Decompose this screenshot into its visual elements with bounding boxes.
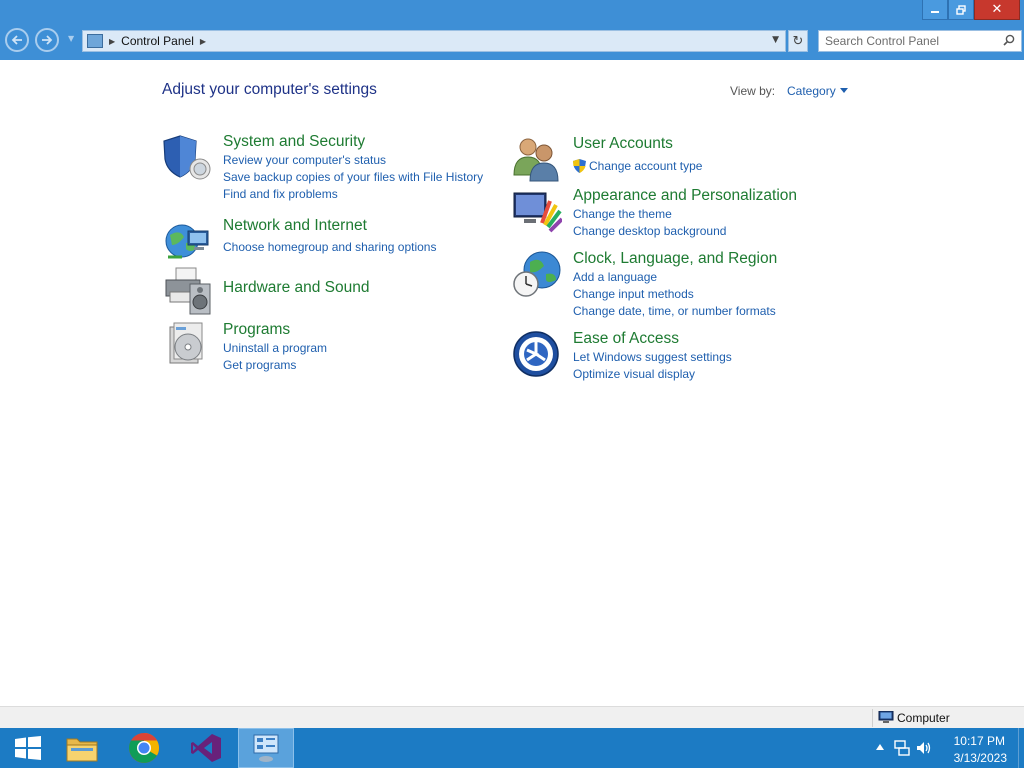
refresh-icon: ↻: [792, 33, 804, 49]
network-icon[interactable]: [894, 740, 910, 756]
link-change-input-methods[interactable]: Change input methods: [573, 287, 694, 301]
category-system-and-security: System and Security Review your computer…: [162, 133, 492, 203]
taskbar: 10:17 PM 3/13/2023: [0, 728, 1024, 768]
category-title[interactable]: Ease of Access: [573, 330, 679, 348]
computer-icon: [878, 711, 894, 723]
link-change-theme[interactable]: Change the theme: [573, 207, 672, 221]
view-by-caret-icon[interactable]: [840, 88, 848, 93]
control-panel-icon: [253, 734, 279, 762]
minimize-button[interactable]: [922, 0, 948, 20]
link-uninstall-program[interactable]: Uninstall a program: [223, 341, 327, 355]
category-title[interactable]: Appearance and Personalization: [573, 187, 797, 205]
search-icon[interactable]: [1003, 34, 1015, 46]
breadcrumb-separator-icon[interactable]: ▶: [109, 37, 115, 46]
category-title[interactable]: Hardware and Sound: [223, 279, 370, 297]
users-icon[interactable]: [512, 135, 562, 185]
refresh-button[interactable]: ↻: [788, 30, 808, 52]
search-input[interactable]: [819, 32, 995, 50]
category-appearance-personalization: Appearance and Personalization Change th…: [512, 187, 842, 241]
control-panel-content: Adjust your computer's settings View by:…: [0, 60, 1024, 706]
uac-shield-icon: [573, 159, 586, 173]
forward-button[interactable]: [35, 28, 59, 52]
start-button[interactable]: [0, 728, 56, 768]
link-change-date-time-formats[interactable]: Change date, time, or number formats: [573, 304, 776, 318]
clock-date[interactable]: 3/13/2023: [954, 751, 1007, 765]
link-review-status[interactable]: Review your computer's status: [223, 153, 386, 167]
taskbar-visual-studio[interactable]: [178, 728, 234, 768]
visual-studio-icon: [191, 734, 221, 762]
printer-speaker-icon[interactable]: [162, 266, 212, 316]
link-windows-suggest-settings[interactable]: Let Windows suggest settings: [573, 350, 732, 364]
category-user-accounts: User Accounts Change account type: [512, 135, 842, 185]
window-controls: ✕: [922, 0, 1020, 20]
link-find-fix-problems[interactable]: Find and fix problems: [223, 187, 338, 201]
breadcrumb-control-panel[interactable]: Control Panel: [121, 34, 194, 48]
volume-icon[interactable]: [916, 740, 932, 756]
link-homegroup-sharing[interactable]: Choose homegroup and sharing options: [223, 240, 436, 254]
link-change-desktop-background[interactable]: Change desktop background: [573, 224, 726, 238]
minimize-icon: [931, 10, 939, 13]
show-hidden-icons-icon[interactable]: [876, 744, 884, 750]
programs-disc-icon[interactable]: [162, 321, 212, 371]
link-get-programs[interactable]: Get programs: [223, 358, 296, 372]
monitor-palette-icon[interactable]: [512, 187, 562, 237]
category-title[interactable]: Network and Internet: [223, 217, 367, 235]
category-hardware-and-sound: Hardware and Sound: [162, 266, 492, 318]
category-title[interactable]: Clock, Language, and Region: [573, 250, 777, 268]
status-bar: Computer: [0, 706, 1024, 728]
page-title: Adjust your computer's settings: [162, 81, 377, 98]
status-location: Computer: [897, 711, 950, 725]
ease-of-access-icon[interactable]: [512, 330, 562, 380]
view-by-label: View by:: [730, 84, 776, 98]
category-network-and-internet: Network and Internet Choose homegroup an…: [162, 217, 492, 267]
taskbar-file-explorer[interactable]: [54, 728, 110, 768]
category-ease-of-access: Ease of Access Let Windows suggest setti…: [512, 330, 842, 384]
link-optimize-visual-display[interactable]: Optimize visual display: [573, 367, 695, 381]
category-title[interactable]: System and Security: [223, 133, 365, 151]
category-clock-language-region: Clock, Language, and Region Add a langua…: [512, 250, 842, 320]
show-desktop-button[interactable]: [1018, 728, 1024, 768]
category-title[interactable]: Programs: [223, 321, 290, 339]
clock-globe-icon[interactable]: [512, 250, 562, 300]
search-box[interactable]: [818, 30, 1022, 52]
close-icon: ✕: [991, 2, 1003, 17]
chrome-icon: [129, 732, 160, 763]
network-globe-icon[interactable]: [162, 217, 212, 267]
restore-button[interactable]: [948, 0, 974, 20]
taskbar-chrome[interactable]: [116, 728, 172, 768]
recent-locations-dropdown[interactable]: ▼: [68, 34, 74, 43]
link-change-account-type[interactable]: Change account type: [589, 159, 702, 173]
view-by-dropdown[interactable]: Category: [787, 84, 836, 98]
windows-start-icon: [15, 736, 41, 760]
back-arrow-icon: [11, 35, 22, 45]
control-panel-small-icon: [87, 34, 103, 48]
category-title[interactable]: User Accounts: [573, 135, 673, 153]
back-button[interactable]: [5, 28, 29, 52]
link-file-history[interactable]: Save backup copies of your files with Fi…: [223, 170, 483, 184]
clock-time[interactable]: 10:17 PM: [954, 734, 1005, 748]
address-bar[interactable]: ▶ Control Panel ▶ ▼: [82, 30, 786, 52]
status-divider: [872, 709, 873, 727]
breadcrumb-separator-icon[interactable]: ▶: [200, 37, 206, 46]
restore-icon: [956, 4, 966, 15]
link-add-language[interactable]: Add a language: [573, 270, 657, 284]
address-dropdown-icon[interactable]: ▼: [772, 35, 779, 45]
shield-icon[interactable]: [162, 133, 212, 183]
file-explorer-icon: [66, 738, 98, 762]
taskbar-control-panel[interactable]: [238, 728, 294, 768]
forward-arrow-icon: [42, 35, 53, 45]
navigation-bar: ▼ ▶ Control Panel ▶ ▼ ↻: [0, 22, 1024, 60]
category-programs: Programs Uninstall a program Get program…: [162, 321, 492, 373]
close-button[interactable]: ✕: [974, 0, 1020, 20]
title-bar: ✕: [0, 0, 1024, 22]
